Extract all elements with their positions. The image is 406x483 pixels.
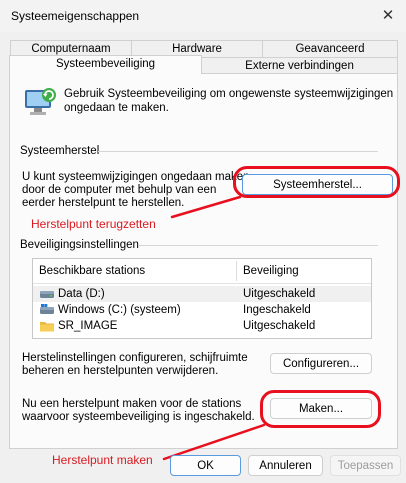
ok-button[interactable]: OK bbox=[170, 455, 241, 476]
restore-desc-line3: eerder herstelpunt te herstellen. bbox=[22, 197, 185, 209]
table-row[interactable]: Data (D:) Uitgeschakeld bbox=[33, 286, 371, 302]
create-button[interactable]: Maken... bbox=[270, 398, 372, 419]
drive-name: Data (D:) bbox=[58, 288, 105, 300]
create-annotation-label: Herstelpunt maken bbox=[52, 453, 153, 467]
drive-name: SR_IMAGE bbox=[58, 320, 118, 332]
drive-status: Uitgeschakeld bbox=[243, 288, 316, 300]
table-row[interactable]: SR_IMAGE Uitgeschakeld bbox=[33, 318, 371, 334]
column-header-stations[interactable]: Beschikbare stations bbox=[39, 265, 145, 277]
restore-group-label: Systeemherstel bbox=[20, 145, 100, 157]
windows-drive-icon bbox=[40, 303, 54, 314]
drive-status: Ingeschakeld bbox=[243, 304, 311, 316]
tab-systeembeveiliging[interactable]: Systeembeveiliging bbox=[9, 55, 202, 74]
protection-group-label: Beveiligingsinstellingen bbox=[20, 239, 139, 251]
intro-text-line2: ongedaan te maken. bbox=[64, 102, 169, 114]
drive-cell: Windows (C:) (systeem) bbox=[39, 302, 181, 318]
restore-annotation-label: Herstelpunt terugzetten bbox=[31, 217, 156, 231]
apply-button[interactable]: Toepassen bbox=[330, 455, 401, 476]
column-divider bbox=[236, 261, 237, 281]
tab-externe-verbindingen[interactable]: Externe verbindingen bbox=[201, 57, 398, 74]
drive-icon bbox=[40, 290, 54, 298]
intro-text-line1: Gebruik Systeembeveiliging om ongewenste… bbox=[64, 88, 394, 100]
restore-group-divider bbox=[98, 151, 378, 152]
cancel-button[interactable]: Annuleren bbox=[248, 455, 323, 476]
configure-desc-line2: beheren en herstelpunten verwijderen. bbox=[22, 365, 219, 377]
folder-icon bbox=[40, 321, 54, 332]
window-title: Systeemeigenschappen bbox=[11, 9, 140, 23]
protection-group-divider bbox=[138, 245, 378, 246]
configure-desc-line1: Herstelinstellingen configureren, schijf… bbox=[22, 352, 248, 364]
configure-button[interactable]: Configureren... bbox=[270, 353, 372, 374]
tab-geavanceerd[interactable]: Geavanceerd bbox=[262, 40, 398, 57]
table-row[interactable]: Windows (C:) (systeem) Ingeschakeld bbox=[33, 302, 371, 318]
restore-annotation-arrow bbox=[170, 195, 242, 219]
column-header-beveiliging[interactable]: Beveiliging bbox=[243, 265, 299, 277]
create-desc-line1: Nu een herstelpunt maken voor de station… bbox=[22, 398, 242, 410]
drive-list: Beschikbare stations Beveiliging Data (D… bbox=[32, 258, 372, 339]
drive-name: Windows (C:) (systeem) bbox=[58, 304, 181, 316]
close-icon[interactable]: ✕ bbox=[378, 6, 398, 26]
system-protection-icon bbox=[22, 85, 58, 119]
restore-desc-line1: U kunt systeemwijzigingen ongedaan maken bbox=[22, 171, 250, 183]
drive-cell: Data (D:) bbox=[39, 286, 105, 302]
system-restore-button[interactable]: Systeemherstel... bbox=[242, 174, 393, 195]
drive-status: Uitgeschakeld bbox=[243, 320, 316, 332]
drive-cell: SR_IMAGE bbox=[39, 318, 117, 334]
